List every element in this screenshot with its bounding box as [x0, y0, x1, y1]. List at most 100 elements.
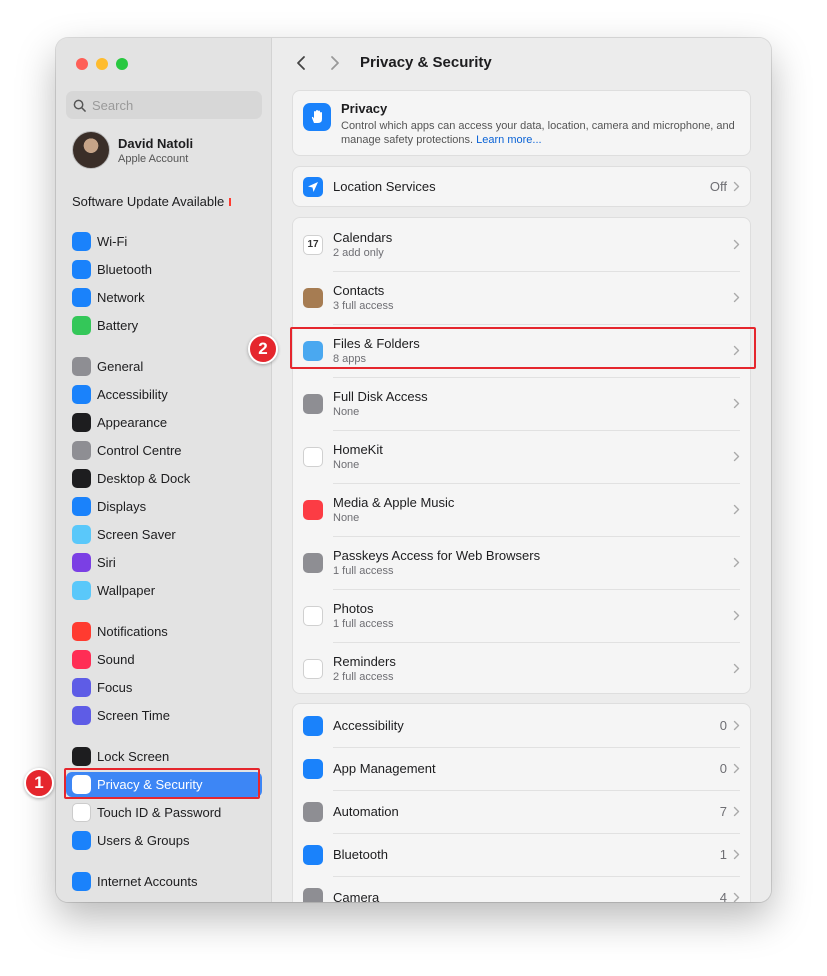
permission-label: Passkeys Access for Web Browsers — [333, 548, 541, 563]
calendar-icon: 17 — [303, 234, 323, 255]
sidebar-item-desktop-dock[interactable]: Desktop & Dock — [66, 466, 262, 491]
permission-row-passkeys-access-for-web-browsers[interactable]: Passkeys Access for Web Browsers 1 full a… — [293, 536, 750, 589]
back-button[interactable] — [290, 52, 312, 74]
sidebar-item-users-groups[interactable]: Users & Groups — [66, 828, 262, 853]
chevron-right-icon — [331, 56, 339, 70]
search-input[interactable] — [92, 97, 252, 113]
chevron-right-icon — [733, 806, 740, 817]
sidebar-item-label: General — [97, 359, 144, 374]
privacy-header-card: Privacy Control which apps can access yo… — [292, 90, 751, 156]
app-permission-row-accessibility[interactable]: Accessibility 0 — [293, 704, 750, 747]
users-icon — [72, 831, 91, 850]
sidebar-item-label: Screen Time — [97, 708, 170, 723]
sidebar-item-label: Accessibility — [97, 387, 168, 402]
account-subtitle: Apple Account — [118, 152, 189, 165]
sidebar-item-battery[interactable]: Battery — [66, 313, 262, 338]
sidebar-item-siri[interactable]: Siri — [66, 550, 262, 575]
permission-label: Media & Apple Music — [333, 495, 455, 510]
close-window-button[interactable] — [76, 58, 88, 70]
permission-status: None — [333, 459, 360, 471]
sidebar-item-appearance[interactable]: Appearance — [66, 410, 262, 435]
at-icon — [72, 872, 91, 891]
hand-icon — [303, 103, 331, 131]
sidebar-item-internet-accounts[interactable]: Internet Accounts — [66, 869, 262, 894]
forward-button[interactable] — [324, 52, 346, 74]
avatar — [72, 131, 110, 169]
zoom-window-button[interactable] — [116, 58, 128, 70]
sidebar-item-general[interactable]: General — [66, 354, 262, 379]
sidebar-item-label: Lock Screen — [97, 749, 170, 764]
sidebar-item-touch-id-password[interactable]: Touch ID & Password — [66, 800, 262, 825]
permission-row-calendars[interactable]: 17 Calendars 2 add only — [293, 218, 750, 271]
learn-more-link[interactable]: Learn more... — [476, 134, 541, 146]
permission-row-reminders[interactable]: Reminders 2 full access — [293, 642, 750, 693]
sidebar-item-network[interactable]: Network — [66, 285, 262, 310]
sidebar-item-bluetooth[interactable]: Bluetooth — [66, 257, 262, 282]
hourglass-icon — [72, 706, 91, 725]
chevron-right-icon — [733, 557, 740, 568]
software-update-label: Software Update Available — [72, 194, 225, 209]
sidebar-item-label: Touch ID & Password — [97, 805, 222, 820]
permission-label: Reminders — [333, 654, 396, 669]
battery-icon — [72, 316, 91, 335]
sidebar-item-displays[interactable]: Displays — [66, 494, 262, 519]
sidebar-item-wallpaper[interactable]: Wallpaper — [66, 578, 262, 603]
flower-icon — [72, 581, 91, 600]
sidebar-item-focus[interactable]: Focus — [66, 675, 262, 700]
sidebar-item-label: Sound — [97, 652, 135, 667]
callout-badge-2: 2 — [248, 334, 278, 364]
sidebar-item-label: Wi-Fi — [97, 234, 128, 249]
dock-icon — [72, 469, 91, 488]
sidebar-item-notifications[interactable]: Notifications — [66, 619, 262, 644]
sidebar-item-sound[interactable]: Sound — [66, 647, 262, 672]
control-centre-icon — [72, 441, 91, 460]
privacy-description: Control which apps can access your data,… — [341, 120, 735, 146]
sidebar-item-label: Notifications — [97, 624, 168, 639]
location-services-row[interactable]: Location Services Off — [293, 167, 750, 206]
sidebar-item-screen-time[interactable]: Screen Time — [66, 703, 262, 728]
location-services-label: Location Services — [333, 179, 436, 194]
location-arrow-icon — [303, 176, 323, 197]
chevron-right-icon — [733, 663, 740, 674]
sidebar-item-label: Screen Saver — [97, 527, 176, 542]
reminders-icon — [303, 658, 323, 679]
minimize-window-button[interactable] — [96, 58, 108, 70]
apple-account[interactable]: David Natoli Apple Account — [72, 131, 193, 169]
permission-label: Contacts — [333, 283, 385, 298]
software-update-item[interactable]: Software Update Available — [72, 194, 232, 209]
permission-row-homekit[interactable]: HomeKit None — [293, 430, 750, 483]
permission-row-media-apple-music[interactable]: Media & Apple Music None — [293, 483, 750, 536]
app-permission-row-app-management[interactable]: App Management 0 — [293, 747, 750, 790]
chevron-right-icon — [733, 181, 740, 192]
permission-row-photos[interactable]: Photos 1 full access — [293, 589, 750, 642]
search-field[interactable] — [66, 91, 262, 119]
sidebar-item-label: Wallpaper — [97, 583, 156, 598]
files-folders-highlight — [290, 327, 756, 369]
sidebar-item-wi-fi[interactable]: Wi-Fi — [66, 229, 262, 254]
sidebar-item-label: Displays — [97, 499, 147, 514]
lock-icon — [72, 747, 91, 766]
sidebar-item-label: Bluetooth — [97, 262, 152, 277]
permission-row-contacts[interactable]: Contacts 3 full access — [293, 271, 750, 324]
app-permission-count: 7 — [719, 804, 727, 819]
app-permission-label: Accessibility — [333, 718, 404, 733]
app-permission-row-camera[interactable]: Camera 4 — [293, 876, 750, 902]
sidebar-item-screen-saver[interactable]: Screen Saver — [66, 522, 262, 547]
app-permission-row-bluetooth[interactable]: Bluetooth 1 — [293, 833, 750, 876]
sidebar-item-label: Siri — [97, 555, 116, 570]
permission-status: 3 full access — [333, 300, 394, 312]
fingerprint-icon — [72, 803, 91, 822]
page-title: Privacy & Security — [360, 54, 492, 71]
chevron-right-icon — [733, 398, 740, 409]
permission-status: 1 full access — [333, 565, 394, 577]
app-permission-row-automation[interactable]: Automation 7 — [293, 790, 750, 833]
chevron-right-icon — [733, 239, 740, 250]
disk-icon — [303, 393, 323, 414]
sidebar-item-accessibility[interactable]: Accessibility — [66, 382, 262, 407]
permission-row-full-disk-access[interactable]: Full Disk Access None — [293, 377, 750, 430]
sidebar-item-control-centre[interactable]: Control Centre — [66, 438, 262, 463]
sidebar-item-lock-screen[interactable]: Lock Screen — [66, 744, 262, 769]
permissions-card: 17 Calendars 2 add only Contacts 3 full acce… — [292, 217, 751, 694]
permission-status: 1 full access — [333, 618, 394, 630]
sun-icon — [72, 497, 91, 516]
